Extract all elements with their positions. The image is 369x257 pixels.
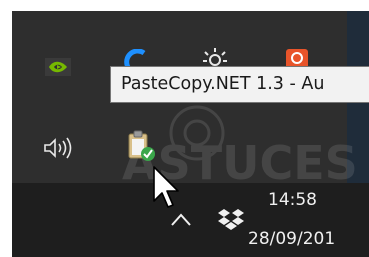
dropbox-icon[interactable]	[217, 207, 245, 231]
mouse-cursor-icon	[153, 166, 179, 208]
speaker-icon[interactable]	[42, 136, 76, 160]
system-tray-area: ASTUCES	[12, 11, 369, 257]
tooltip-text: PasteCopy.NET 1.3 - Au	[121, 74, 325, 94]
show-hidden-icons-chevron[interactable]	[170, 211, 192, 227]
pastecopy-icon[interactable]	[124, 129, 158, 163]
tooltip: PasteCopy.NET 1.3 - Au	[110, 66, 369, 103]
nvidia-icon[interactable]	[45, 56, 71, 78]
clock-date[interactable]: 28/09/201	[248, 229, 369, 249]
clock-time[interactable]: 14:58	[268, 190, 369, 210]
screenshot-frame: ASTUCES	[0, 0, 369, 257]
